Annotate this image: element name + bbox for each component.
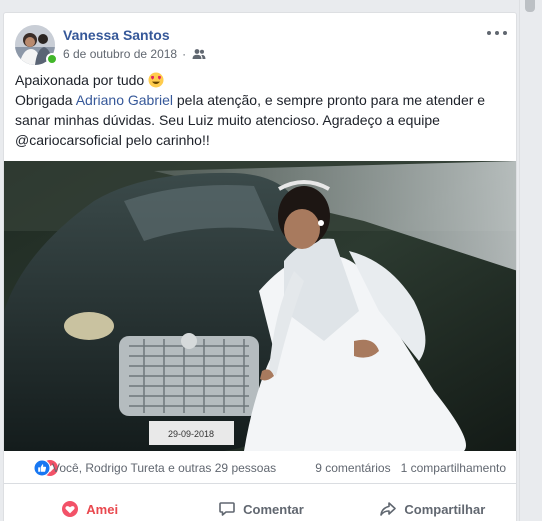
love-button-label: Amei [86, 501, 119, 517]
share-button-label: Compartilhar [404, 501, 486, 517]
license-plate-text: 29-09-2018 [168, 429, 214, 439]
more-options-icon[interactable] [487, 27, 507, 39]
post-text: Apaixonada por tudo Obrigada Adriano Gab… [15, 70, 505, 150]
post-meta: 6 de outubro de 2018 · [63, 47, 206, 61]
mention-link[interactable]: Adriano Gabriel [76, 92, 173, 108]
comment-button-label: Comentar [243, 501, 304, 517]
share-icon [380, 502, 397, 516]
author-name[interactable]: Vanessa Santos [63, 27, 170, 43]
post-card: Vanessa Santos 6 de outubro de 2018 · Ap… [3, 12, 517, 521]
reactions-bar: Você, Rodrigo Tureta e outras 29 pessoas… [4, 451, 516, 484]
post-text-line2-prefix: Obrigada [15, 92, 73, 108]
comment-icon [219, 502, 235, 516]
page-scrollbar[interactable] [519, 0, 542, 521]
engagement-counts: 9 comentários 1 compartilhamento [315, 461, 506, 475]
post-actions: Amei Comentar Compartilhar [4, 492, 516, 521]
comments-count[interactable]: 9 comentários [315, 461, 390, 475]
love-button[interactable]: Amei [4, 492, 175, 521]
scrollbar-thumb[interactable] [525, 0, 535, 12]
heart-eyes-emoji-icon [148, 72, 164, 88]
friends-icon[interactable] [192, 48, 206, 60]
post-header: Vanessa Santos 6 de outubro de 2018 · [4, 13, 516, 65]
shares-count[interactable]: 1 compartilhamento [401, 461, 506, 475]
online-status-dot [46, 53, 58, 65]
post-date[interactable]: 6 de outubro de 2018 [63, 47, 177, 61]
post-photo[interactable]: 29-09-2018 [4, 161, 516, 451]
reactions-summary[interactable]: Você, Rodrigo Tureta e outras 29 pessoas [52, 461, 276, 475]
share-button[interactable]: Compartilhar [347, 492, 516, 521]
love-reaction-icon [62, 501, 79, 517]
post-text-line1: Apaixonada por tudo [15, 72, 145, 88]
meta-separator: · [182, 47, 187, 61]
comment-button[interactable]: Comentar [175, 492, 346, 521]
like-reaction-icon [34, 460, 50, 476]
